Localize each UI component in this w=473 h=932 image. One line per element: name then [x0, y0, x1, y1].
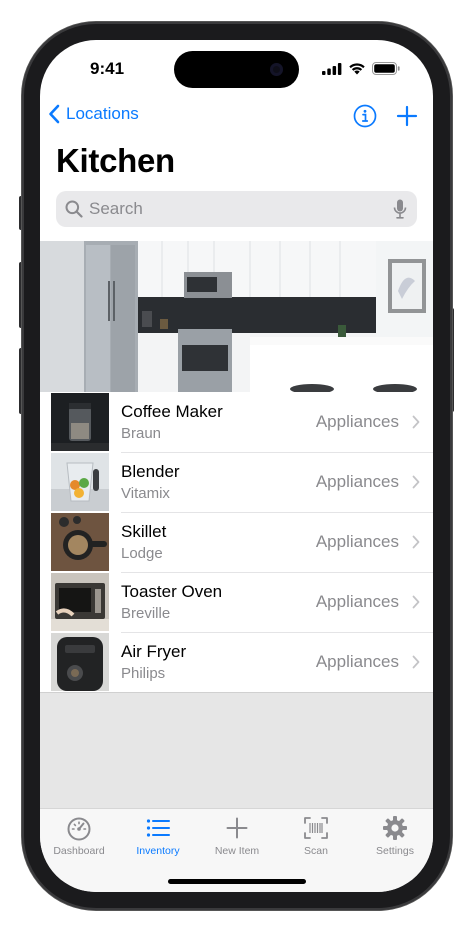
list-item[interactable]: Skillet Lodge Appliances [40, 512, 433, 572]
item-category: Appliances [315, 592, 399, 611]
microphone-icon[interactable] [393, 199, 407, 219]
list-item[interactable]: Toaster Oven Breville Appliances [40, 572, 433, 632]
chevron-right-icon [412, 595, 420, 609]
cellular-signal-icon [322, 62, 342, 75]
search-icon [65, 200, 83, 218]
tab-dashboard[interactable]: Dashboard [40, 815, 118, 861]
item-name: Blender [121, 462, 180, 481]
item-list: Coffee Maker Braun Appliances Blender Vi… [40, 392, 433, 693]
item-category: Appliances [315, 472, 399, 491]
status-time: 9:41 [90, 59, 125, 78]
item-name: Skillet [121, 522, 167, 541]
chevron-right-icon [412, 655, 420, 669]
item-brand: Braun [121, 425, 162, 442]
tab-label: Scan [304, 845, 328, 857]
item-name: Air Fryer [121, 642, 187, 661]
gear-icon [383, 816, 407, 840]
back-button-label: Locations [66, 104, 139, 123]
item-brand: Lodge [121, 545, 163, 562]
location-photo [40, 241, 433, 392]
battery-icon [372, 62, 400, 75]
tab-label: Inventory [136, 845, 180, 857]
wifi-icon [349, 63, 365, 75]
tab-inventory[interactable]: Inventory [119, 815, 197, 861]
search-input[interactable] [89, 199, 379, 219]
list-icon [146, 819, 170, 837]
list-item[interactable]: Coffee Maker Braun Appliances [40, 392, 433, 452]
camera-icon [270, 63, 283, 76]
search-bar[interactable] [56, 191, 417, 227]
speedometer-icon [67, 817, 91, 841]
list-item[interactable]: Air Fryer Philips Appliances [40, 632, 433, 692]
add-item-icon[interactable] [394, 103, 420, 129]
dynamic-island [174, 51, 299, 88]
item-thumbnail [51, 453, 109, 511]
chevron-right-icon [412, 415, 420, 429]
item-thumbnail [51, 573, 109, 631]
tab-label: Dashboard [53, 845, 105, 857]
plus-icon [226, 817, 248, 839]
item-brand: Vitamix [121, 485, 170, 502]
home-indicator[interactable] [168, 879, 306, 884]
item-name: Coffee Maker [121, 402, 223, 421]
screen: 9:41 Locations Kitchen Search Coffee Mak… [40, 40, 433, 892]
item-name: Toaster Oven [121, 582, 223, 601]
list-item[interactable]: Blender Vitamix Appliances [40, 452, 433, 512]
barcode-scan-icon [304, 817, 328, 839]
item-category: Appliances [315, 532, 399, 551]
status-icons [322, 62, 400, 75]
chevron-left-icon [49, 104, 60, 124]
item-category: Appliances [315, 652, 399, 671]
tab-label: New Item [214, 845, 260, 857]
tab-new-item[interactable]: New Item [198, 815, 276, 861]
item-brand: Philips [121, 665, 166, 682]
info-icon[interactable] [353, 104, 377, 128]
tab-scan[interactable]: Scan [277, 815, 355, 861]
item-thumbnail [51, 393, 109, 451]
back-button[interactable]: Locations [48, 104, 139, 124]
item-thumbnail [51, 633, 109, 691]
page-title: Kitchen [56, 142, 175, 179]
item-category: Appliances [315, 412, 399, 431]
chevron-right-icon [412, 475, 420, 489]
chevron-right-icon [412, 535, 420, 549]
tab-label: Settings [376, 845, 414, 857]
item-thumbnail [51, 513, 109, 571]
item-brand: Breville [121, 605, 171, 622]
tab-settings[interactable]: Settings [356, 815, 433, 861]
